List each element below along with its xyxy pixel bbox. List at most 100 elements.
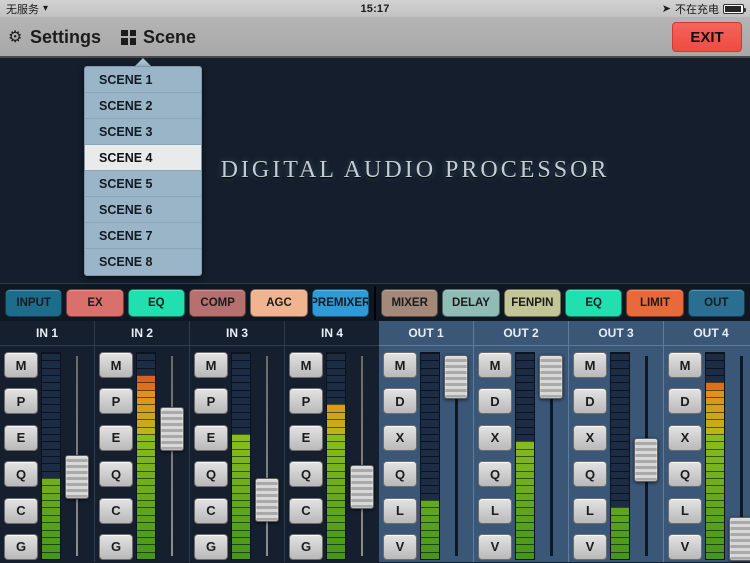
channel-button-c[interactable]: C xyxy=(4,497,38,524)
fx-button-comp[interactable]: COMP xyxy=(188,288,247,317)
channel-button-p[interactable]: P xyxy=(99,388,133,415)
channel-strip-in-4: IN 4 MPEQCG xyxy=(285,321,379,562)
fader-knob[interactable] xyxy=(634,438,658,483)
meter-segment xyxy=(42,463,60,471)
channel-button-m[interactable]: M xyxy=(383,352,417,378)
channel-button-d[interactable]: D xyxy=(573,388,607,415)
channel-fader[interactable] xyxy=(254,352,280,560)
scene-menu-item[interactable]: SCENE 3 xyxy=(85,119,201,145)
fx-button-premixer[interactable]: PREMIXER xyxy=(311,288,369,317)
meter-segment xyxy=(42,485,60,493)
channel-button-x[interactable]: X xyxy=(668,424,702,451)
channel-button-x[interactable]: X xyxy=(478,424,512,451)
scene-menu-item[interactable]: SCENE 2 xyxy=(85,93,201,119)
channel-button-m[interactable]: M xyxy=(573,352,607,378)
fader-knob[interactable] xyxy=(444,354,468,399)
channel-button-l[interactable]: L xyxy=(478,497,512,524)
scene-dropdown-menu[interactable]: SCENE 1 SCENE 2 SCENE 3 SCENE 4 SCENE 5 SCENE… xyxy=(84,66,202,276)
channel-button-v[interactable]: V xyxy=(573,533,607,560)
channel-fader[interactable] xyxy=(633,352,659,560)
channel-button-p[interactable]: P xyxy=(194,388,228,415)
fx-button-ex[interactable]: EX xyxy=(66,288,124,317)
meter-segment xyxy=(706,397,724,405)
fx-button-delay[interactable]: DELAY xyxy=(442,288,500,317)
fader-knob[interactable] xyxy=(160,406,184,451)
channel-button-p[interactable]: P xyxy=(289,388,323,415)
channel-button-g[interactable]: G xyxy=(194,533,228,560)
meter-segment xyxy=(327,433,345,442)
channel-button-g[interactable]: G xyxy=(4,533,38,560)
channel-button-e[interactable]: E xyxy=(99,424,133,451)
meter-segment xyxy=(611,470,629,479)
channel-fader[interactable] xyxy=(538,352,564,560)
channel-button-q[interactable]: Q xyxy=(99,461,133,488)
channel-button-d[interactable]: D xyxy=(383,388,417,415)
fx-button-mixer[interactable]: MIXER xyxy=(381,288,439,317)
channel-button-g[interactable]: G xyxy=(289,533,323,560)
scene-menu-item[interactable]: SCENE 5 xyxy=(85,171,201,197)
channel-button-m[interactable]: M xyxy=(668,352,702,378)
meter-segment xyxy=(137,478,155,486)
channel-button-e[interactable]: E xyxy=(4,424,38,451)
channel-button-e[interactable]: E xyxy=(289,424,323,451)
fx-button-eq[interactable]: EQ xyxy=(127,288,185,317)
channel-button-d[interactable]: D xyxy=(668,388,702,415)
channel-button-x[interactable]: X xyxy=(573,424,607,451)
scene-button[interactable]: Scene xyxy=(121,27,196,48)
channel-button-v[interactable]: V xyxy=(383,533,417,560)
channel-button-x[interactable]: X xyxy=(383,424,417,451)
scene-menu-item[interactable]: SCENE 7 xyxy=(85,223,201,249)
fx-button-eq[interactable]: EQ xyxy=(564,288,623,317)
scene-menu-item[interactable]: SCENE 4 xyxy=(85,145,201,171)
channel-button-v[interactable]: V xyxy=(668,533,702,560)
channel-fader[interactable] xyxy=(349,352,375,560)
channel-button-q[interactable]: Q xyxy=(478,461,512,488)
fx-button-agc[interactable]: AGC xyxy=(250,288,308,317)
fx-button-out[interactable]: OUT xyxy=(687,288,745,317)
channel-button-q[interactable]: Q xyxy=(289,461,323,488)
fx-button-limit[interactable]: LIMIT xyxy=(626,288,684,317)
channel-button-d[interactable]: D xyxy=(478,388,512,415)
channel-button-m[interactable]: M xyxy=(4,352,38,378)
channel-button-l[interactable]: L xyxy=(668,497,702,524)
fader-knob[interactable] xyxy=(539,354,563,399)
channel-label: IN 4 xyxy=(285,321,379,346)
fader-knob[interactable] xyxy=(255,477,279,522)
exit-button[interactable]: EXIT xyxy=(672,22,742,52)
scene-menu-item[interactable]: SCENE 8 xyxy=(85,249,201,275)
fader-knob[interactable] xyxy=(65,454,89,499)
scene-menu-item[interactable]: SCENE 1 xyxy=(85,67,201,93)
channel-fader[interactable] xyxy=(443,352,469,560)
meter-segment xyxy=(421,478,439,486)
channel-button-m[interactable]: M xyxy=(289,352,323,378)
fader-knob[interactable] xyxy=(729,517,750,562)
channel-button-p[interactable]: P xyxy=(4,388,38,415)
channel-fader[interactable] xyxy=(159,352,185,560)
channel-button-m[interactable]: M xyxy=(478,352,512,378)
channel-button-q[interactable]: Q xyxy=(4,461,38,488)
channel-button-e[interactable]: E xyxy=(194,424,228,451)
channel-body: MPEQCG xyxy=(0,346,94,562)
channel-button-g[interactable]: G xyxy=(99,533,133,560)
meter-segment xyxy=(42,411,60,420)
channel-button-l[interactable]: L xyxy=(383,497,417,524)
channel-button-m[interactable]: M xyxy=(99,352,133,378)
channel-button-m[interactable]: M xyxy=(194,352,228,378)
channel-fader[interactable] xyxy=(728,352,750,562)
scene-menu-item[interactable]: SCENE 6 xyxy=(85,197,201,223)
channel-button-q[interactable]: Q xyxy=(573,461,607,488)
channel-button-q[interactable]: Q xyxy=(668,461,702,488)
channel-button-v[interactable]: V xyxy=(478,533,512,560)
channel-button-c[interactable]: C xyxy=(99,497,133,524)
channel-button-column: MPEQCG xyxy=(194,352,228,560)
channel-button-l[interactable]: L xyxy=(573,497,607,524)
channel-fader[interactable] xyxy=(64,352,90,560)
channel-button-q[interactable]: Q xyxy=(194,461,228,488)
fader-knob[interactable] xyxy=(350,465,374,510)
fx-button-fenpin[interactable]: FENPIN xyxy=(503,288,561,317)
channel-button-c[interactable]: C xyxy=(194,497,228,524)
channel-button-q[interactable]: Q xyxy=(383,461,417,488)
settings-button[interactable]: ⚙ Settings xyxy=(8,27,101,48)
channel-button-c[interactable]: C xyxy=(289,497,323,524)
fx-button-input[interactable]: INPUT xyxy=(5,288,63,317)
